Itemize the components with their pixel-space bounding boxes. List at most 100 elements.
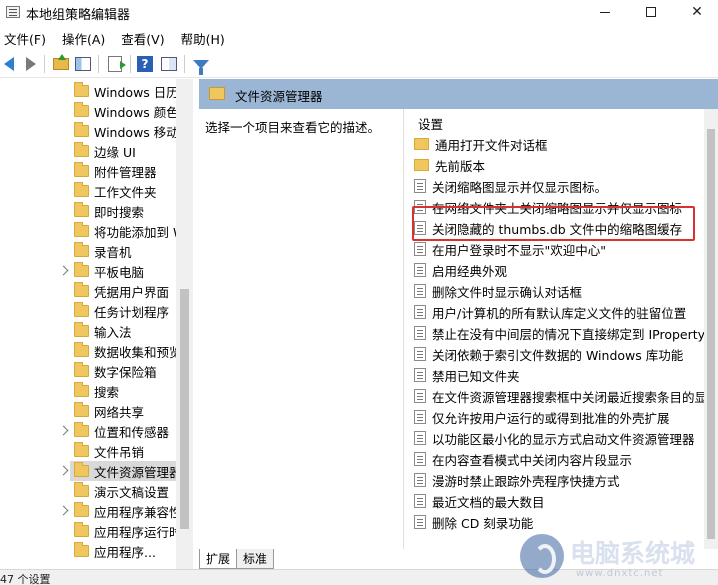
folder-icon — [74, 222, 89, 237]
policy-setting-row[interactable]: 在文件资源管理器搜索框中关闭最近搜索条目的显示 — [414, 386, 704, 406]
menu-file[interactable]: 文件(F) — [0, 29, 52, 48]
policy-setting-row[interactable]: 在网络文件夹上关闭缩略图显示并仅显示图标 — [414, 197, 704, 217]
close-button[interactable]: ✕ — [674, 0, 718, 24]
show-hide-tree-button[interactable] — [74, 55, 92, 73]
expand-chevron-icon[interactable] — [58, 425, 69, 436]
setting-label: 启用经典外观 — [432, 263, 508, 279]
tree-item-label: 应用程序兼容性 — [94, 504, 182, 520]
folder-icon — [414, 159, 429, 171]
tree-item-label: 即时搜索 — [94, 204, 145, 220]
folder-icon — [74, 482, 89, 497]
policy-setting-icon — [414, 263, 426, 277]
tree-item[interactable]: 文件资源管理器 — [70, 461, 192, 481]
close-icon: ✕ — [691, 4, 703, 20]
tab-extended[interactable]: 扩展 — [199, 549, 238, 569]
up-level-button[interactable] — [52, 54, 70, 73]
menu-help[interactable]: 帮助(H) — [177, 29, 231, 48]
folder-icon — [74, 442, 89, 457]
policy-setting-row[interactable]: 关闭隐藏的 thumbs.db 文件中的缩略图缓存 — [414, 218, 704, 238]
policy-setting-row[interactable]: 在内容查看模式中关闭内容片段显示 — [414, 449, 704, 469]
expand-chevron-icon[interactable] — [58, 265, 69, 276]
folder-icon — [74, 162, 89, 177]
folder-icon — [74, 502, 89, 517]
policy-setting-row[interactable]: 禁止在没有中间层的情况下直接绑定到 IPropertyS — [414, 323, 704, 343]
tree-item-label: 数据收集和预览 — [94, 344, 182, 360]
policy-setting-row[interactable]: 禁用已知文件夹 — [414, 365, 704, 385]
forward-button[interactable] — [22, 55, 40, 73]
folder-icon — [74, 302, 89, 317]
tree-item-label: 网络共享 — [94, 404, 145, 420]
window-title: 本地组策略编辑器 — [26, 8, 131, 23]
expand-chevron-icon[interactable] — [58, 505, 69, 516]
settings-folder-row[interactable]: 先前版本 — [414, 155, 704, 175]
setting-label: 先前版本 — [435, 158, 486, 174]
setting-label: 用户/计算机的所有默认库定义文件的驻留位置 — [432, 305, 687, 321]
title-bar: 本地组策略编辑器 ✕ — [0, 0, 718, 26]
setting-label: 关闭依赖于索引文件数据的 Windows 库功能 — [432, 347, 684, 363]
tree-item-label: 平板电脑 — [94, 264, 145, 280]
settings-scrollbar[interactable] — [704, 109, 718, 549]
tree-item-label: 文件吊销 — [94, 444, 145, 460]
setting-label: 关闭隐藏的 thumbs.db 文件中的缩略图缓存 — [432, 221, 683, 237]
tree-item-label: Windows 颜色 — [94, 104, 179, 120]
expand-chevron-icon[interactable] — [58, 465, 69, 476]
policy-setting-icon — [414, 431, 426, 445]
help-icon: ? — [137, 56, 153, 72]
policy-setting-icon — [414, 452, 426, 466]
help-button[interactable]: ? — [136, 55, 154, 73]
policy-setting-row[interactable]: 漫游时禁止跟踪外壳程序快捷方式 — [414, 470, 704, 490]
minimize-button[interactable] — [582, 0, 628, 24]
policy-setting-row[interactable]: 关闭依赖于索引文件数据的 Windows 库功能 — [414, 344, 704, 364]
policy-setting-row[interactable]: 以功能区最小化的显示方式启动文件资源管理器 — [414, 428, 704, 448]
properties-view-button[interactable] — [160, 55, 178, 73]
console-tree: Windows 日历 Windows 颜色 Windows 移动 边缘 UI 附件管理器… — [0, 79, 193, 569]
tree-item-label: 搜索 — [94, 384, 120, 400]
policy-setting-row[interactable]: 删除文件时显示确认对话框 — [414, 281, 704, 301]
export-list-button[interactable] — [106, 55, 126, 73]
folder-icon — [74, 522, 89, 537]
maximize-button[interactable] — [628, 0, 674, 24]
policy-setting-icon — [414, 326, 426, 340]
setting-label: 最近文档的最大数目 — [432, 494, 545, 510]
tree-item-label: Windows 移动 — [94, 124, 179, 140]
status-text: 47 个设置 — [0, 573, 51, 585]
policy-setting-icon — [414, 410, 426, 424]
menu-action[interactable]: 操作(A) — [58, 29, 111, 48]
tree-item-label: 应用程序... — [94, 544, 156, 560]
policy-setting-row[interactable]: 启用经典外观 — [414, 260, 704, 280]
tab-standard[interactable]: 标准 — [236, 549, 275, 569]
tree-item-label: 演示文稿设置 — [94, 484, 170, 500]
policy-setting-icon — [414, 305, 426, 319]
policy-setting-icon — [414, 179, 426, 193]
folder-icon — [74, 342, 89, 357]
policy-setting-row[interactable]: 仅允许按用户运行的或得到批准的外壳扩展 — [414, 407, 704, 427]
folder-icon — [74, 142, 89, 157]
tree-item-label: 工作文件夹 — [94, 184, 157, 200]
folder-icon — [74, 102, 89, 117]
tree-scrollbar-thumb[interactable] — [180, 289, 189, 529]
status-bar: 47 个设置 — [0, 569, 718, 585]
tree-item-label: Windows 日历 — [94, 84, 179, 100]
policy-setting-row[interactable]: 用户/计算机的所有默认库定义文件的驻留位置 — [414, 302, 704, 322]
tree-scrollbar[interactable] — [176, 79, 193, 569]
policy-setting-row[interactable]: 关闭缩略图显示并仅显示图标。 — [414, 176, 704, 196]
settings-folder-row[interactable]: 通用打开文件对话框 — [414, 134, 704, 154]
forward-arrow-icon — [26, 57, 36, 71]
group-policy-app-icon — [6, 6, 20, 18]
back-button[interactable] — [0, 55, 18, 73]
settings-column-header[interactable]: 设置 — [418, 114, 443, 133]
setting-label: 以功能区最小化的显示方式启动文件资源管理器 — [432, 431, 695, 447]
description-text: 选择一个项目来查看它的描述。 — [205, 120, 381, 135]
view-icon — [161, 57, 177, 71]
setting-label: 在用户登录时不显示"欢迎中心" — [432, 242, 606, 258]
menu-view[interactable]: 查看(V) — [117, 29, 170, 48]
settings-scrollbar-thumb[interactable] — [707, 129, 715, 539]
policy-setting-row[interactable]: 最近文档的最大数目 — [414, 491, 704, 511]
tree-item-label: 附件管理器 — [94, 164, 157, 180]
policy-setting-row[interactable]: 在用户登录时不显示"欢迎中心" — [414, 239, 704, 259]
tree-item-label: 位置和传感器 — [94, 424, 170, 440]
setting-label: 禁用已知文件夹 — [432, 368, 520, 384]
filter-button[interactable] — [192, 55, 210, 75]
policy-setting-row[interactable]: 删除 CD 刻录功能 — [414, 512, 704, 532]
setting-label: 删除 CD 刻录功能 — [432, 515, 534, 531]
